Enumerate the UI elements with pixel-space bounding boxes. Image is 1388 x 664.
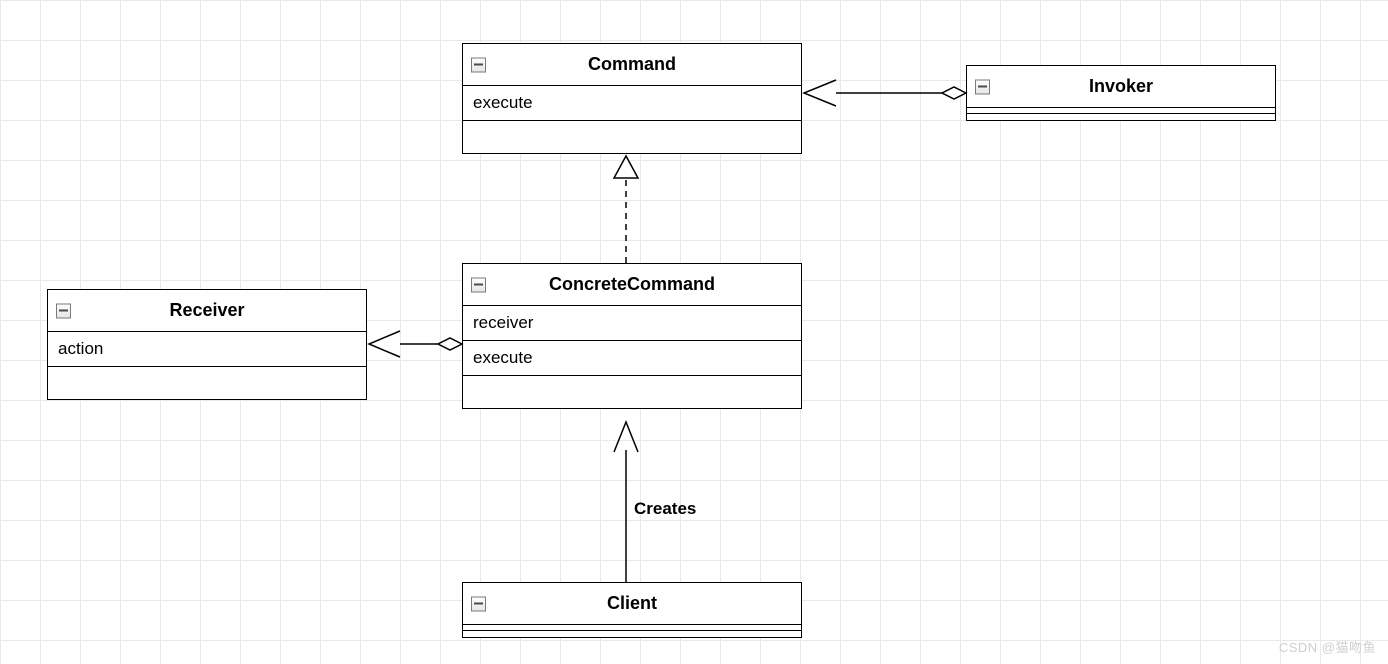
underline [967, 114, 1275, 120]
class-receiver[interactable]: Receiver action [47, 289, 367, 400]
collapse-icon[interactable] [56, 303, 71, 318]
class-command-member: execute [463, 86, 801, 121]
class-receiver-empty [48, 367, 366, 399]
class-command[interactable]: Command execute [462, 43, 802, 154]
class-receiver-name: Receiver [169, 300, 244, 320]
collapse-icon[interactable] [471, 277, 486, 292]
collapse-icon[interactable] [471, 596, 486, 611]
class-command-name: Command [588, 54, 676, 74]
collapse-icon[interactable] [975, 79, 990, 94]
edge-label-creates: Creates [634, 499, 696, 519]
class-command-empty [463, 121, 801, 153]
underline [463, 631, 801, 637]
diagram-stage: Command execute Invoker ConcreteCommand … [0, 0, 1388, 664]
class-concrete-command[interactable]: ConcreteCommand receiver execute [462, 263, 802, 409]
class-receiver-member: action [48, 332, 366, 367]
class-invoker-name: Invoker [1089, 76, 1153, 96]
collapse-icon[interactable] [471, 57, 486, 72]
watermark: CSDN @猫吻鱼 [1279, 637, 1376, 656]
class-client-name: Client [607, 593, 657, 613]
class-invoker[interactable]: Invoker [966, 65, 1276, 121]
class-concrete-name: ConcreteCommand [549, 274, 715, 294]
class-concrete-empty [463, 376, 801, 408]
class-client[interactable]: Client [462, 582, 802, 638]
class-concrete-attr: receiver [463, 306, 801, 341]
class-concrete-op: execute [463, 341, 801, 376]
